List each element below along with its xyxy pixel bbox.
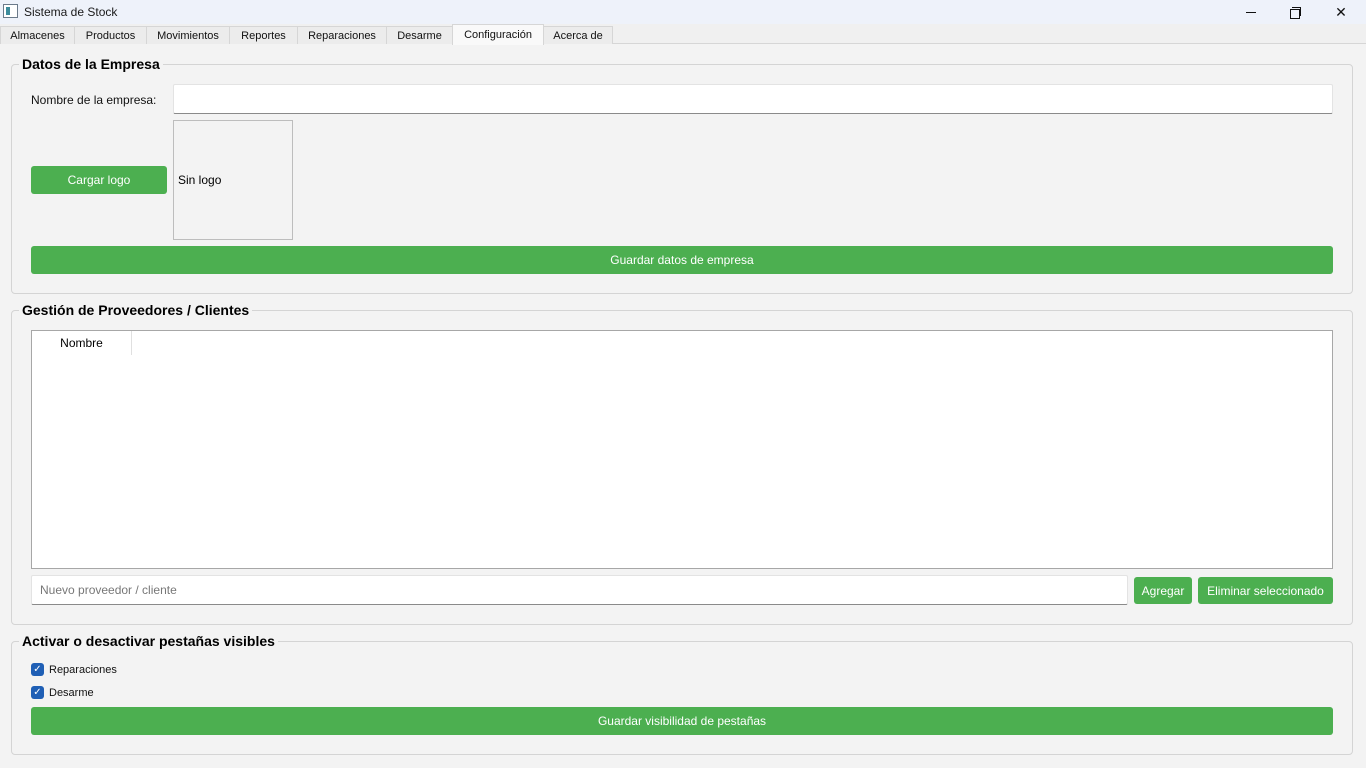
check-icon: ✓: [33, 663, 42, 675]
minimize-button[interactable]: [1228, 0, 1274, 24]
tab-acerca-de[interactable]: Acerca de: [543, 26, 613, 44]
check-icon: ✓: [33, 686, 42, 698]
new-provider-input[interactable]: Nuevo proveedor / cliente: [31, 575, 1128, 605]
visibility-group: Activar o desactivar pestañas visibles: [11, 633, 1353, 755]
visibility-group-title: Activar o desactivar pestañas visibles: [19, 633, 278, 649]
logo-preview: Sin logo: [173, 120, 293, 240]
maximize-button[interactable]: [1272, 0, 1318, 24]
tab-configuracion[interactable]: Configuración: [452, 24, 544, 45]
tab-productos[interactable]: Productos: [74, 26, 147, 44]
restore-icon: [1290, 7, 1301, 19]
close-button[interactable]: ✕: [1318, 0, 1364, 24]
column-header-nombre[interactable]: Nombre: [32, 331, 132, 355]
new-provider-placeholder: Nuevo proveedor / cliente: [40, 583, 177, 597]
providers-table[interactable]: Nombre: [31, 330, 1333, 569]
title-bar: Sistema de Stock ✕: [0, 0, 1366, 24]
save-company-button[interactable]: Guardar datos de empresa: [31, 246, 1333, 274]
company-name-input[interactable]: [173, 84, 1333, 114]
tab-almacenes[interactable]: Almacenes: [0, 26, 75, 44]
add-provider-button[interactable]: Agregar: [1134, 577, 1192, 604]
checkbox-desarme[interactable]: ✓: [31, 686, 44, 699]
window-title: Sistema de Stock: [24, 5, 118, 19]
minimize-icon: [1246, 11, 1256, 13]
logo-placeholder-text: Sin logo: [178, 173, 222, 187]
checkbox-reparaciones[interactable]: ✓: [31, 663, 44, 676]
tab-bar: Almacenes Productos Movimientos Reportes…: [0, 24, 1366, 45]
tab-reparaciones[interactable]: Reparaciones: [297, 26, 387, 44]
providers-group-title: Gestión de Proveedores / Clientes: [19, 302, 253, 318]
load-logo-button[interactable]: Cargar logo: [31, 166, 167, 194]
tab-reportes[interactable]: Reportes: [229, 26, 298, 44]
delete-selected-button[interactable]: Eliminar seleccionado: [1198, 577, 1333, 604]
company-group-title: Datos de la Empresa: [19, 56, 163, 72]
tab-desarme[interactable]: Desarme: [386, 26, 453, 44]
checkbox-reparaciones-label: Reparaciones: [49, 663, 117, 676]
tab-movimientos[interactable]: Movimientos: [146, 26, 230, 44]
company-name-label: Nombre de la empresa:: [31, 93, 157, 107]
checkbox-reparaciones-row[interactable]: ✓ Reparaciones: [31, 663, 117, 676]
checkbox-desarme-row[interactable]: ✓ Desarme: [31, 686, 94, 699]
app-icon: [3, 4, 18, 18]
checkbox-desarme-label: Desarme: [49, 686, 94, 699]
save-visibility-button[interactable]: Guardar visibilidad de pestañas: [31, 707, 1333, 735]
close-icon: ✕: [1335, 3, 1347, 20]
